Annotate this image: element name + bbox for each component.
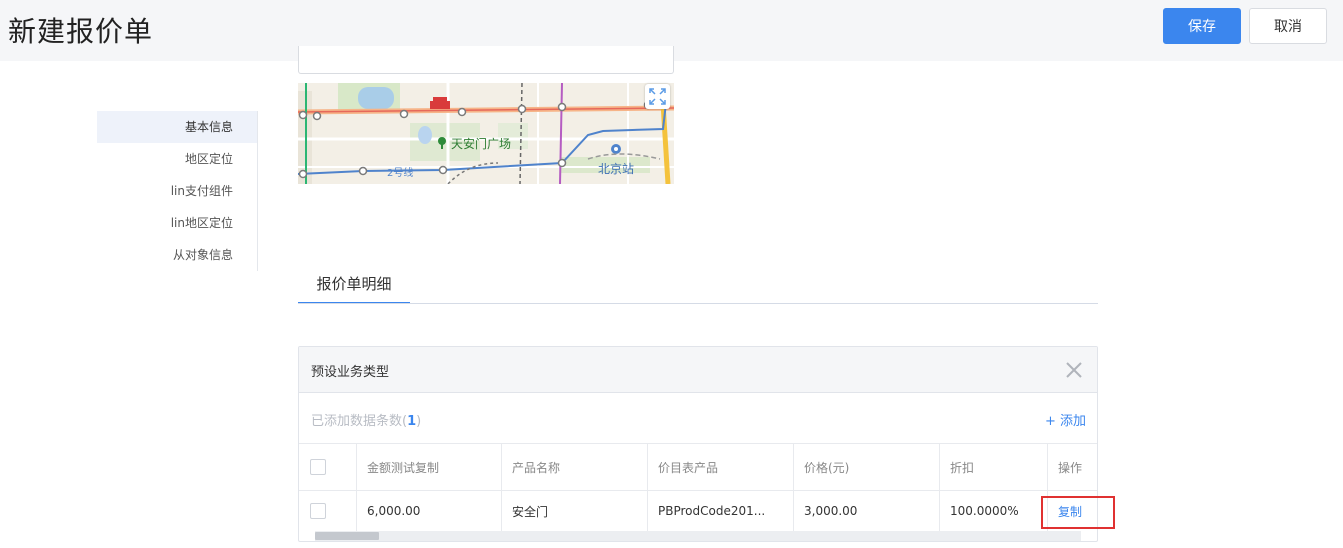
- nav-item-lin-region[interactable]: lin地区定位: [97, 207, 257, 239]
- nav-item-basic-info[interactable]: 基本信息: [97, 111, 257, 143]
- record-count-value: 1: [407, 414, 417, 429]
- page-title: 新建报价单: [8, 15, 154, 48]
- tab-divider: [298, 303, 1098, 304]
- address-input[interactable]: [298, 46, 674, 74]
- column-header-amount: 金额测试复制: [357, 444, 502, 490]
- column-header-pricebook-product: 价目表产品: [648, 444, 794, 490]
- scrollbar-thumb[interactable]: [315, 532, 379, 540]
- card-header: 预设业务类型: [299, 347, 1097, 393]
- map-label-line-2: 2号线: [387, 168, 414, 179]
- table-row: 6,000.00 安全门 PBProdCode201... 3,000.00 1…: [299, 491, 1097, 531]
- nav-item-lin-payment[interactable]: lin支付组件: [97, 175, 257, 207]
- column-header-product-name: 产品名称: [502, 444, 648, 490]
- detail-card: 预设业务类型 已添加数据条数(1) + 添加 金额测试复制 产品名称 价目表产品…: [298, 346, 1098, 542]
- row-checkbox-cell: [299, 491, 357, 531]
- highlight-box: [1041, 496, 1115, 529]
- record-count-prefix: 已添加数据条数(: [311, 414, 408, 429]
- header-checkbox-cell: [299, 444, 357, 490]
- column-header-discount: 折扣: [940, 444, 1048, 490]
- map-label-tiananmen-square: 天安门广场: [451, 137, 512, 151]
- nav-item-sub-object-info[interactable]: 从对象信息: [97, 239, 257, 271]
- cancel-button[interactable]: 取消: [1249, 8, 1327, 44]
- save-button[interactable]: 保存: [1163, 8, 1241, 44]
- column-header-price: 价格(元): [794, 444, 940, 490]
- select-all-checkbox[interactable]: [310, 459, 326, 475]
- table-header: 金额测试复制 产品名称 价目表产品 价格(元) 折扣 操作: [299, 443, 1097, 491]
- record-count-suffix: ): [416, 414, 422, 429]
- section-nav: 基本信息 地区定位 lin支付组件 lin地区定位 从对象信息: [97, 111, 258, 271]
- row-checkbox[interactable]: [310, 503, 326, 519]
- cell-price: 3,000.00: [794, 491, 940, 531]
- card-title: 预设业务类型: [311, 365, 390, 380]
- close-icon[interactable]: [1065, 361, 1083, 379]
- cell-pricebook-product: PBProdCode201...: [648, 491, 794, 531]
- add-button[interactable]: + 添加: [1045, 410, 1086, 429]
- cell-amount: 6,000.00: [357, 491, 502, 531]
- nav-item-region-location[interactable]: 地区定位: [97, 143, 257, 175]
- column-header-action: 操作: [1058, 460, 1083, 475]
- expand-icon[interactable]: [645, 84, 670, 109]
- location-map[interactable]: 天安门广场 北京站 2号线: [298, 83, 674, 184]
- horizontal-scrollbar[interactable]: [315, 531, 1081, 541]
- cell-discount: 100.0000%: [940, 491, 1048, 531]
- tab-quote-details[interactable]: 报价单明细: [298, 268, 410, 304]
- record-count: 已添加数据条数(1): [311, 410, 421, 429]
- cell-product-name: 安全门: [502, 491, 648, 531]
- map-label-beijing-station: 北京站: [598, 162, 635, 176]
